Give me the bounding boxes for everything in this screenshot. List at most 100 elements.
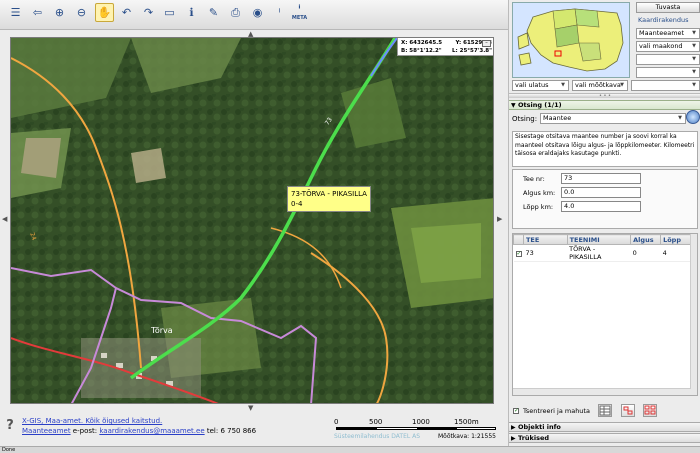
- tsentreeri-checkbox[interactable]: ✓: [513, 408, 519, 414]
- chevron-down-icon: ▼: [692, 56, 696, 62]
- note-icon[interactable]: ✎: [204, 3, 223, 22]
- chevron-down-icon: ▼: [561, 82, 565, 88]
- scale-tick: 0: [334, 418, 339, 426]
- cell-lopp: 4: [660, 244, 691, 262]
- app-select[interactable]: Maanteeamet ▼: [636, 28, 700, 39]
- scale-tick: 1000: [412, 418, 430, 426]
- empty-select-1[interactable]: ▼: [636, 54, 700, 65]
- select-all-icon[interactable]: [643, 404, 657, 417]
- col-header-tee[interactable]: TEE: [523, 234, 568, 245]
- app-window: ☰ ⇦ ⊕ ⊖ ✋ ↶ ↷ ▭ ℹ ✎ ⎙ ◉ ⁱ ⁱ META ▲ ▼ ◀ ▶: [0, 0, 700, 453]
- chevron-down-icon: ▼: [692, 30, 696, 36]
- map-app-controls: Tuvasta Kaardirakendus Maanteeamet ▼ vali…: [636, 2, 700, 80]
- chevron-down-icon: ▼: [692, 82, 696, 88]
- search-type-select[interactable]: Maantee ▼: [540, 113, 686, 124]
- zoom-in-icon[interactable]: ⊕: [50, 3, 69, 22]
- scale-readout: Mõõtkava: 1:21555: [438, 433, 496, 440]
- select-all-header[interactable]: [513, 234, 524, 245]
- extent-controls: vali ulatus ▼ vali mõõtkava ▼ ▼: [512, 80, 700, 92]
- map-footer: ? X-GIS, Maa-amet. Kõik õigused kaitstud…: [0, 412, 508, 446]
- scale-select[interactable]: vali mõõtkava ▼: [572, 80, 628, 91]
- undo-icon[interactable]: ↶: [117, 3, 136, 22]
- otsing-section-header[interactable]: ▼ Otsing (1/1): [509, 100, 700, 110]
- county-select[interactable]: vali maakond ▼: [636, 41, 700, 52]
- cell-algus: 0: [630, 244, 661, 262]
- info-icon[interactable]: ℹ: [182, 3, 201, 22]
- meta-glyph: ⁱ: [298, 3, 301, 15]
- map-view[interactable]: X: 6432645.5 Y: 615296.3 B: 58°1'12.2" L: …: [10, 37, 494, 404]
- aerial-imagery: [11, 38, 493, 403]
- camera-icon[interactable]: ◉: [248, 3, 267, 22]
- table-view-icon[interactable]: [598, 404, 612, 417]
- overview-map[interactable]: [512, 2, 630, 78]
- row-checkbox[interactable]: ✓: [515, 251, 522, 257]
- scale-tick: 1500m: [454, 418, 479, 426]
- scale-select-value: vali mõõtkava: [575, 81, 621, 89]
- scale-bar-graphic: [336, 427, 496, 430]
- objekti-info-header[interactable]: ▶ Objekti info: [509, 422, 700, 432]
- pan-west-arrow[interactable]: ◀: [2, 215, 7, 223]
- search-icon[interactable]: [686, 110, 700, 124]
- pan-back-icon[interactable]: ⇦: [28, 3, 47, 22]
- email-link[interactable]: kaardirakendus@maaamet.ee: [99, 427, 204, 435]
- layers-icon[interactable]: ☰: [6, 3, 25, 22]
- zoom-selection-graphic: [623, 406, 633, 415]
- start-km-input[interactable]: 0.0: [561, 187, 641, 198]
- road-search-form: Tee nr: 73 Algus km: 0.0 Lõpp km: 4.0: [512, 169, 698, 229]
- cell-teenimi: TÕRVA - PIKASILLA: [567, 244, 631, 262]
- measure-icon[interactable]: ▭: [160, 3, 179, 22]
- redo-icon[interactable]: ↷: [139, 3, 158, 22]
- kaardirakendus-label: Kaardirakendus: [638, 16, 689, 24]
- hand-pan-icon[interactable]: ✋: [95, 3, 114, 22]
- empty-select-3[interactable]: ▼: [631, 80, 700, 91]
- col-header-algus[interactable]: Algus: [630, 234, 662, 245]
- objekti-info-title: Objekti info: [518, 423, 561, 431]
- browser-status-bar: Done: [0, 446, 700, 453]
- zoom-out-icon[interactable]: ⊖: [72, 3, 91, 22]
- road-number-label: Tee nr:: [523, 175, 545, 183]
- search-type-row: Otsing: Maantee ▼: [512, 113, 700, 126]
- results-horizontal-scrollbar[interactable]: [513, 388, 691, 395]
- col-header-teenimi[interactable]: TEENIMI: [566, 234, 632, 245]
- copyright-link[interactable]: X-GIS, Maa-amet. Kõik õigused kaitstud.: [22, 417, 162, 425]
- print-icon[interactable]: ⎙: [226, 3, 245, 22]
- end-km-row: Lõpp km: 4.0: [523, 201, 693, 213]
- road-number-row: Tee nr: 73: [523, 173, 693, 185]
- zoom-to-selection-icon[interactable]: [621, 404, 635, 417]
- empty-select-2[interactable]: ▼: [636, 67, 700, 78]
- extent-select[interactable]: vali ulatus ▼: [512, 80, 569, 91]
- col-header-lopp[interactable]: Lõpp: [660, 234, 691, 245]
- meta-icon[interactable]: ⁱ META: [290, 3, 309, 22]
- results-vertical-scrollbar[interactable]: [690, 234, 697, 395]
- trukised-header[interactable]: ▶ Trükised: [509, 433, 700, 443]
- tuvasta-button[interactable]: Tuvasta: [636, 2, 700, 13]
- end-km-input[interactable]: 4.0: [561, 201, 641, 212]
- start-km-label: Algus km:: [523, 189, 556, 197]
- otsing-section-title: Otsing (1/1): [518, 101, 562, 109]
- table-row[interactable]: ✓ 73 TÕRVA - PIKASILLA 0 4: [513, 244, 691, 262]
- road-label-name: 73-TÕRVA - PIKASILLA: [291, 190, 367, 198]
- search-instructions: Sisestage otsitava maantee number ja soo…: [512, 131, 698, 167]
- trukised-title: Trükised: [518, 434, 550, 442]
- panel-resize-handle[interactable]: • • •: [509, 93, 700, 99]
- meta-label: META: [291, 14, 308, 21]
- coord-b: B: 58°1'12.2": [401, 48, 442, 54]
- chevron-down-icon: ▼: [692, 43, 696, 49]
- pan-east-arrow[interactable]: ▶: [497, 215, 502, 223]
- identify-icon[interactable]: ⁱ: [270, 3, 289, 22]
- cell-tee: 73: [523, 244, 568, 262]
- table-grid-graphic: [599, 405, 611, 416]
- minimize-coords-button[interactable]: –: [482, 40, 491, 47]
- results-table: TEE TEENIMI Algus Lõpp ✓ 73 TÕRVA - PIKA…: [512, 233, 698, 396]
- maanteeamet-link[interactable]: Maanteeamet: [22, 427, 71, 435]
- chevron-down-icon: ▼: [692, 69, 696, 75]
- coord-x: X: 6432645.5: [401, 40, 443, 46]
- coordinate-readout: X: 6432645.5 Y: 615296.3 B: 58°1'12.2" L: …: [397, 38, 493, 56]
- select-all-graphic: [644, 405, 656, 415]
- tsentreeri-label: Tsentreeri ja mahuta: [523, 407, 590, 415]
- search-type-value: Maantee: [543, 114, 572, 122]
- road-number-input[interactable]: 73: [561, 173, 641, 184]
- help-icon[interactable]: ?: [3, 418, 17, 436]
- pan-south-arrow[interactable]: ▼: [248, 404, 253, 412]
- email-label: e-post:: [70, 427, 100, 435]
